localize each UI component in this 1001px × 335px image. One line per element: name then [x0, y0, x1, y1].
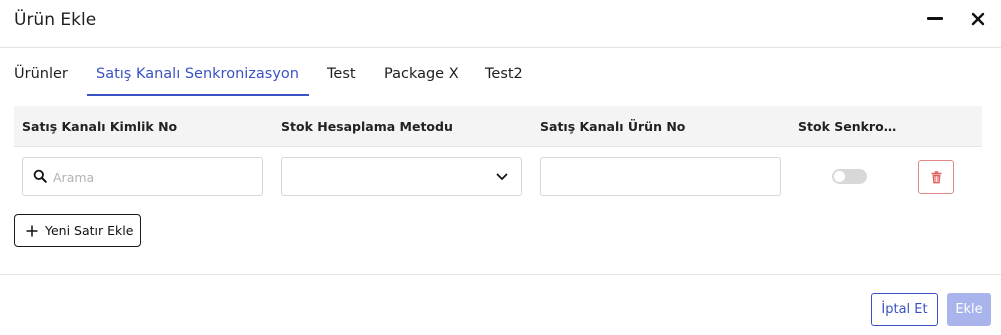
add-row-button[interactable]: Yeni Satır Ekle [14, 214, 141, 247]
close-icon [971, 12, 985, 26]
trash-icon [931, 171, 942, 184]
table-header: Satış Kanalı Kimlik No Stok Hesaplama Me… [14, 106, 982, 147]
footer-divider [0, 274, 1001, 275]
stock-method-select[interactable] [281, 157, 522, 196]
toggle-knob [834, 171, 845, 182]
dialog-title: Ürün Ekle [14, 10, 97, 30]
column-header-channel-product-no: Satış Kanalı Ürün No [540, 119, 686, 134]
tab-bar: Ürünler Satış Kanalı Senkronizasyon Test… [0, 48, 1001, 98]
column-header-stock-method: Stok Hesaplama Metodu [281, 119, 453, 134]
column-header-channel-id: Satış Kanalı Kimlik No [22, 119, 178, 134]
tab-urunler[interactable]: Ürünler [14, 66, 68, 82]
chevron-down-icon [496, 173, 508, 180]
dialog-header: Ürün Ekle [0, 0, 1001, 48]
minimize-icon [927, 17, 943, 20]
search-input[interactable] [53, 167, 253, 187]
plus-icon [26, 225, 38, 237]
column-header-stock-sync: Stok Senkronizasyonu [798, 119, 900, 134]
search-icon [33, 169, 47, 183]
cancel-button[interactable]: İptal Et [871, 293, 938, 326]
channel-product-no-field [540, 157, 781, 196]
tab-test[interactable]: Test [327, 66, 356, 82]
close-button[interactable] [965, 6, 991, 32]
stock-sync-toggle[interactable] [832, 169, 867, 184]
tab-package-x[interactable]: Package X [384, 66, 459, 82]
channel-id-search-field [22, 157, 263, 196]
delete-row-button[interactable] [918, 160, 954, 194]
active-tab-indicator [87, 94, 309, 96]
channel-product-no-input[interactable] [541, 158, 780, 195]
tab-test2[interactable]: Test2 [485, 66, 523, 82]
add-row-label: Yeni Satır Ekle [45, 223, 134, 238]
tab-satis-kanali-senkronizasyon[interactable]: Satış Kanalı Senkronizasyon [96, 66, 299, 82]
minimize-button[interactable] [922, 6, 948, 32]
submit-button[interactable]: Ekle [947, 293, 991, 326]
